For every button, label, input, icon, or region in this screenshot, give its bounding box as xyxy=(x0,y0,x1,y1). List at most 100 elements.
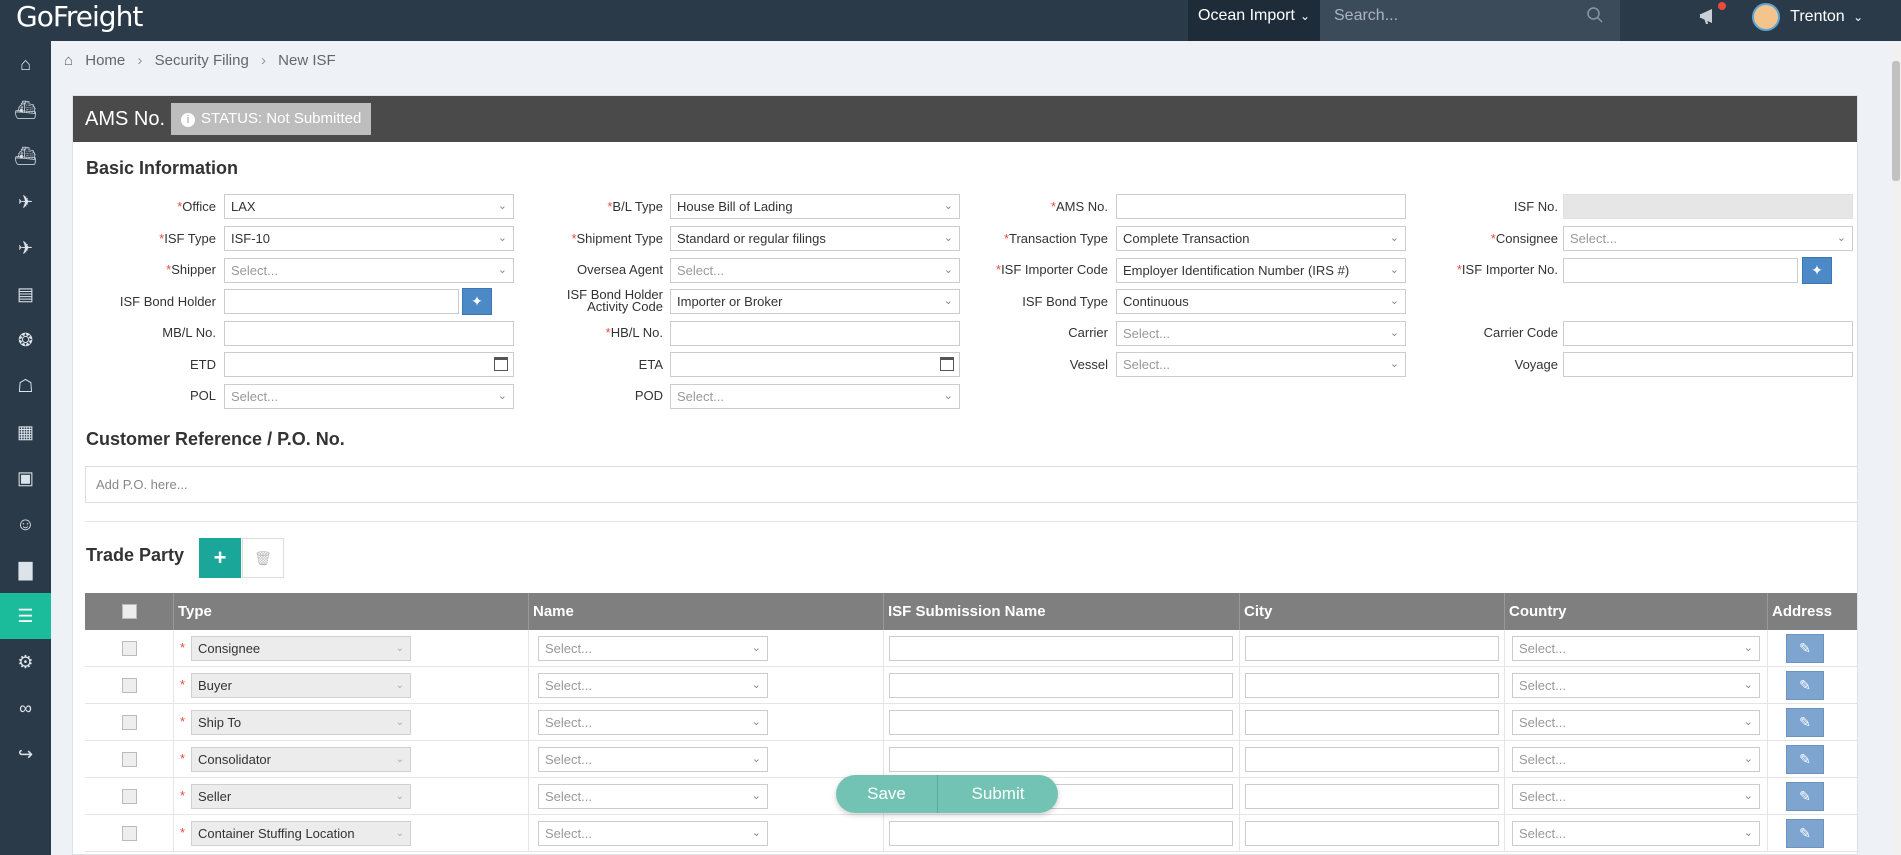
isf-submission-name-input[interactable] xyxy=(889,821,1233,846)
city-input[interactable] xyxy=(1245,747,1499,772)
office-select[interactable]: LAX ⌄ xyxy=(224,194,514,219)
party-name-select[interactable]: Select... ⌄ xyxy=(538,784,768,809)
search-icon[interactable] xyxy=(1586,6,1604,24)
sidebar-item-air-export[interactable]: ✈ xyxy=(0,225,51,271)
ams-no-input[interactable] xyxy=(1116,194,1406,219)
isf-submission-name-input[interactable] xyxy=(889,747,1233,772)
country-select[interactable]: Select... ⌄ xyxy=(1512,636,1760,661)
voyage-input[interactable] xyxy=(1563,352,1853,377)
party-type-select[interactable]: Consignee ⌄ xyxy=(191,636,411,661)
mode-select[interactable]: Ocean Import ⌄ xyxy=(1188,0,1320,41)
country-select[interactable]: Select... ⌄ xyxy=(1512,747,1760,772)
sidebar-item-contacts[interactable]: ☺ xyxy=(0,501,51,547)
hbl-no-input[interactable] xyxy=(670,321,960,346)
importer-code-select[interactable]: Employer Identification Number (IRS #) ⌄ xyxy=(1116,258,1406,283)
consignee-select[interactable]: Select... ⌄ xyxy=(1563,226,1853,251)
country-select[interactable]: Select... ⌄ xyxy=(1512,821,1760,846)
sidebar-item-air-import[interactable]: ✈ xyxy=(0,179,51,225)
app-logo[interactable]: GoFreight xyxy=(16,0,143,34)
row-checkbox[interactable] xyxy=(122,678,137,693)
calendar-icon[interactable] xyxy=(940,357,954,371)
city-input[interactable] xyxy=(1245,710,1499,735)
city-input[interactable] xyxy=(1245,673,1499,698)
global-search-input[interactable]: Search... xyxy=(1320,0,1620,41)
isf-submission-name-input[interactable] xyxy=(889,636,1233,661)
user-menu[interactable]: Trenton ⌄ xyxy=(1752,0,1863,34)
submit-button[interactable]: Submit xyxy=(938,775,1058,813)
sidebar-item-reports[interactable]: ▇ xyxy=(0,547,51,593)
party-type-select[interactable]: Container Stuffing Location ⌄ xyxy=(191,821,411,846)
bl-type-select[interactable]: House Bill of Lading ⌄ xyxy=(670,194,960,219)
carrier-select[interactable]: Select... ⌄ xyxy=(1116,321,1406,346)
sidebar-item-ocean-export[interactable]: ⛴ xyxy=(0,87,51,133)
isf-submission-name-input[interactable] xyxy=(889,710,1233,735)
add-party-button[interactable]: + xyxy=(199,538,241,578)
city-input[interactable] xyxy=(1245,821,1499,846)
party-name-select[interactable]: Select... ⌄ xyxy=(538,673,768,698)
transaction-type-select[interactable]: Complete Transaction ⌄ xyxy=(1116,226,1406,251)
pol-select[interactable]: Select... ⌄ xyxy=(224,384,514,409)
sidebar-item-export[interactable]: ↪ xyxy=(0,731,51,777)
eta-date-input[interactable] xyxy=(670,352,960,377)
sidebar-item-briefcase[interactable]: ▣ xyxy=(0,455,51,501)
edit-address-button[interactable]: ✎ xyxy=(1786,745,1824,774)
scrollbar[interactable] xyxy=(1891,41,1901,855)
sidebar-item-building[interactable]: ☖ xyxy=(0,363,51,409)
mbl-no-input[interactable] xyxy=(224,321,514,346)
row-checkbox[interactable] xyxy=(122,826,137,841)
sidebar-item-home[interactable]: ⌂ xyxy=(0,41,51,87)
city-input[interactable] xyxy=(1245,784,1499,809)
edit-address-button[interactable]: ✎ xyxy=(1786,819,1824,848)
party-name-select[interactable]: Select... ⌄ xyxy=(538,710,768,735)
isf-bond-holder-input[interactable] xyxy=(224,289,459,314)
select-all-checkbox[interactable] xyxy=(122,604,137,619)
bond-type-select[interactable]: Continuous ⌄ xyxy=(1116,289,1406,314)
breadcrumb-home[interactable]: Home xyxy=(85,52,125,69)
carrier-code-input[interactable] xyxy=(1563,321,1853,346)
shipment-type-select[interactable]: Standard or regular filings ⌄ xyxy=(670,226,960,251)
scrollbar-thumb[interactable] xyxy=(1892,61,1900,181)
edit-address-button[interactable]: ✎ xyxy=(1786,671,1824,700)
row-checkbox[interactable] xyxy=(122,715,137,730)
sidebar-item-truck[interactable]: ▤ xyxy=(0,271,51,317)
shipper-select[interactable]: Select... ⌄ xyxy=(224,258,514,283)
row-checkbox[interactable] xyxy=(122,789,137,804)
sidebar-item-settings[interactable]: ⚙ xyxy=(0,639,51,685)
party-type-select[interactable]: Seller ⌄ xyxy=(191,784,411,809)
po-input[interactable]: Add P.O. here... xyxy=(85,466,1857,503)
country-select[interactable]: Select... ⌄ xyxy=(1512,784,1760,809)
etd-date-input[interactable] xyxy=(224,352,514,377)
importer-no-lookup-button[interactable]: ✦ xyxy=(1802,257,1832,284)
row-checkbox[interactable] xyxy=(122,641,137,656)
party-name-select[interactable]: Select... ⌄ xyxy=(538,747,768,772)
calendar-icon[interactable] xyxy=(494,357,508,371)
country-select[interactable]: Select... ⌄ xyxy=(1512,710,1760,735)
party-type-select[interactable]: Buyer ⌄ xyxy=(191,673,411,698)
delete-party-button[interactable]: 🗑 xyxy=(242,538,284,578)
party-type-select[interactable]: Ship To ⌄ xyxy=(191,710,411,735)
breadcrumb-security-filing[interactable]: Security Filing xyxy=(155,52,249,69)
announcement-icon[interactable] xyxy=(1698,2,1726,28)
vessel-select[interactable]: Select... ⌄ xyxy=(1116,352,1406,377)
bond-activity-select[interactable]: Importer or Broker ⌄ xyxy=(670,289,960,314)
isf-submission-name-input[interactable] xyxy=(889,673,1233,698)
sidebar-item-ocean-import[interactable]: ⛴ xyxy=(0,133,51,179)
row-checkbox[interactable] xyxy=(122,752,137,767)
sidebar-item-links[interactable]: ∞ xyxy=(0,685,51,731)
edit-address-button[interactable]: ✎ xyxy=(1786,782,1824,811)
sidebar-item-accounting[interactable]: ▦ xyxy=(0,409,51,455)
edit-address-button[interactable]: ✎ xyxy=(1786,634,1824,663)
country-select[interactable]: Select... ⌄ xyxy=(1512,673,1760,698)
importer-no-input[interactable] xyxy=(1563,258,1798,283)
party-name-select[interactable]: Select... ⌄ xyxy=(538,636,768,661)
party-type-select[interactable]: Consolidator ⌄ xyxy=(191,747,411,772)
pod-select[interactable]: Select... ⌄ xyxy=(670,384,960,409)
sidebar-item-warehouse[interactable]: ❂ xyxy=(0,317,51,363)
save-button[interactable]: Save xyxy=(836,775,938,813)
isf-type-select[interactable]: ISF-10 ⌄ xyxy=(224,226,514,251)
bond-holder-lookup-button[interactable]: ✦ xyxy=(462,288,492,315)
city-input[interactable] xyxy=(1245,636,1499,661)
party-name-select[interactable]: Select... ⌄ xyxy=(538,821,768,846)
sidebar-item-security-filing[interactable]: ☰ xyxy=(0,593,51,639)
edit-address-button[interactable]: ✎ xyxy=(1786,708,1824,737)
